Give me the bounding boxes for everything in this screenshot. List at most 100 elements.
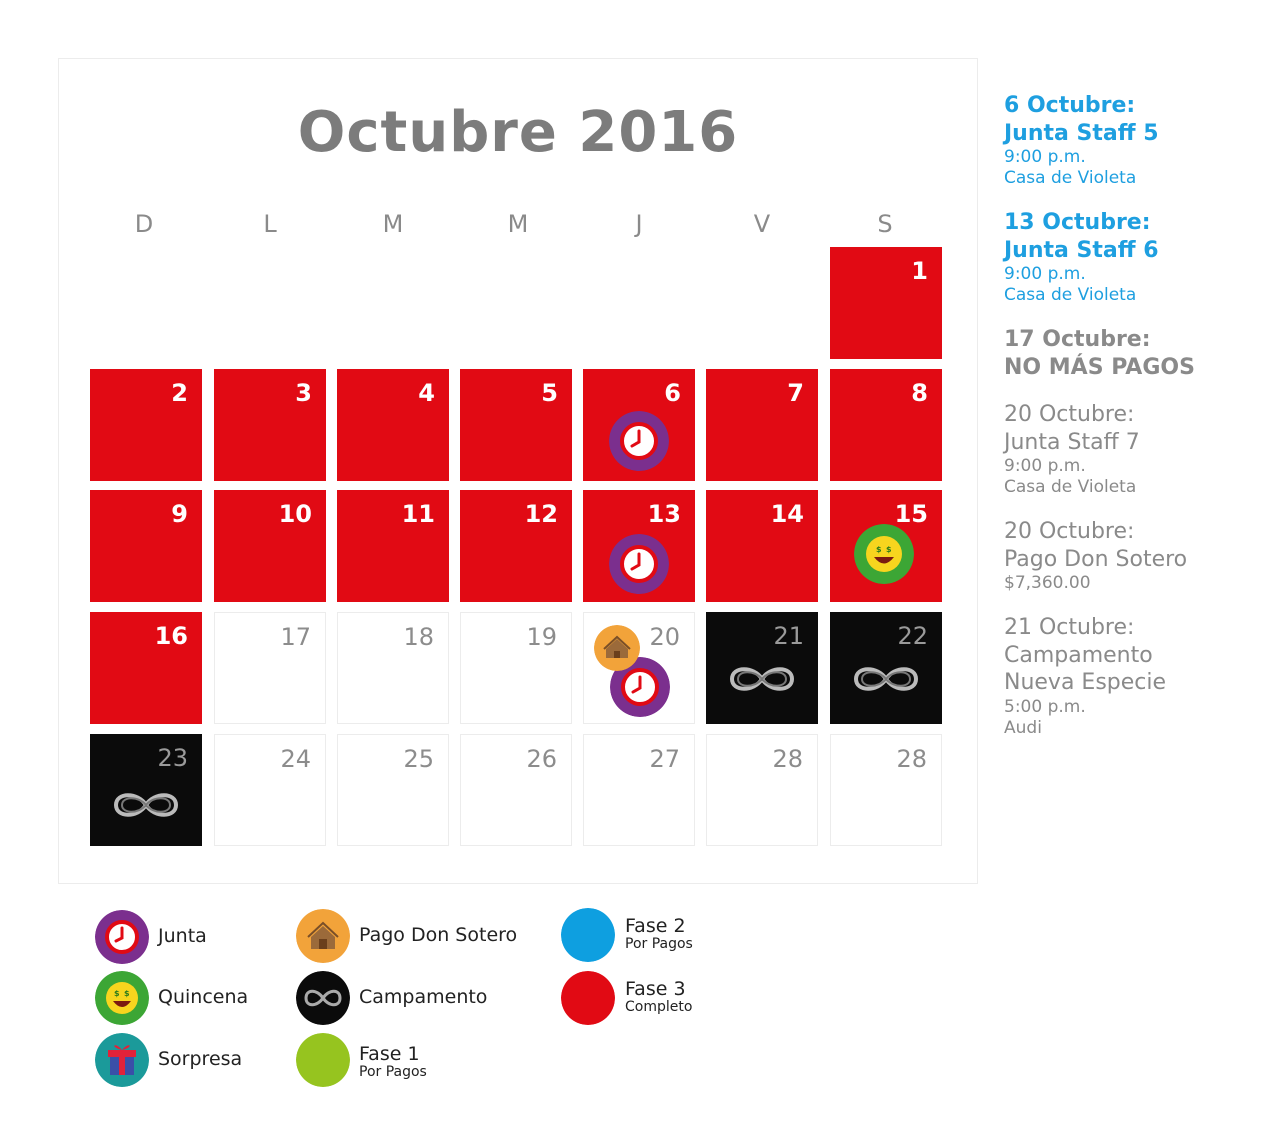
house-icon (594, 625, 640, 671)
day-cell[interactable]: 1 (830, 247, 942, 359)
event-time: 9:00 p.m. (1004, 456, 1086, 476)
legend-fase2-label: Fase 2 Por Pagos (625, 916, 693, 952)
day-number: 7 (787, 379, 804, 407)
day-number: 17 (280, 623, 311, 651)
day-cell[interactable]: 26 (460, 734, 572, 846)
event-name: Junta Staff 7 (1004, 429, 1140, 455)
day-number: 1 (911, 257, 928, 285)
day-cell[interactable]: 2 (90, 369, 202, 481)
day-cell[interactable]: 16 (90, 612, 202, 724)
day-cell[interactable]: 14 (706, 490, 818, 602)
day-cell[interactable]: 13 (583, 490, 695, 602)
day-cell[interactable]: 4 (337, 369, 449, 481)
legend-fase2-title: Fase 2 (625, 915, 686, 937)
day-number: 28 (772, 745, 803, 773)
fase3-dot (561, 971, 615, 1025)
legend-fase1-label: Fase 1 Por Pagos (359, 1044, 427, 1080)
day-cell[interactable]: 15 $ $ (830, 490, 942, 602)
day-cell[interactable]: 23 (90, 734, 202, 846)
event-name: NO MÁS PAGOS (1004, 354, 1195, 380)
event-date: 13 Octubre: (1004, 210, 1151, 235)
day-number: 26 (526, 745, 557, 773)
event-time: 9:00 p.m. (1004, 264, 1086, 284)
calendar-title: Octubre 2016 (297, 100, 739, 165)
day-cell[interactable]: 5 (460, 369, 572, 481)
day-cell[interactable]: 3 (214, 369, 326, 481)
weekday-wednesday: M (507, 210, 529, 238)
money-face-icon: $ $ (95, 971, 149, 1025)
clock-icon (609, 534, 669, 594)
day-cell[interactable]: 10 (214, 490, 326, 602)
svg-text:$: $ (114, 989, 120, 998)
day-cell[interactable]: 9 (90, 490, 202, 602)
day-cell[interactable]: 27 (583, 734, 695, 846)
infinity-icon (296, 971, 350, 1025)
day-number: 27 (649, 745, 680, 773)
event-item: 21 Octubre: Campamento Nueva Especie 5:0… (1004, 614, 1166, 739)
day-number: 28 (896, 745, 927, 773)
weekday-friday: V (753, 210, 771, 238)
legend-fase2-sub: Por Pagos (625, 935, 693, 952)
day-cell[interactable]: 25 (337, 734, 449, 846)
event-name: Junta Staff 6 (1004, 237, 1159, 263)
day-cell[interactable]: 19 (460, 612, 572, 724)
day-cell[interactable]: 24 (214, 734, 326, 846)
day-number: 10 (278, 500, 312, 528)
day-number: 11 (401, 500, 435, 528)
day-cell[interactable]: 7 (706, 369, 818, 481)
event-item: 13 Octubre: Junta Staff 6 9:00 p.m. Casa… (1004, 209, 1159, 307)
event-place: Casa de Violeta (1004, 168, 1137, 189)
legend-junta-label: Junta (158, 925, 207, 947)
legend-quincena-label: Quincena (158, 986, 249, 1008)
day-number: 15 (894, 500, 928, 528)
day-number: 9 (171, 500, 188, 528)
day-number: 18 (403, 623, 434, 651)
infinity-icon (110, 788, 182, 822)
day-cell[interactable]: 20 (583, 612, 695, 724)
event-item: 20 Octubre: Junta Staff 7 9:00 p.m. Casa… (1004, 401, 1140, 499)
day-cell[interactable]: 8 (830, 369, 942, 481)
infinity-icon (726, 662, 798, 696)
fase2-dot (561, 908, 615, 962)
day-number: 24 (280, 745, 311, 773)
legend-campamento-label: Campamento (359, 986, 488, 1008)
legend-fase3-sub: Completo (625, 998, 693, 1015)
event-time: 9:00 p.m. (1004, 147, 1086, 167)
legend-pago-label: Pago Don Sotero (359, 924, 518, 946)
event-time: 5:00 p.m. (1004, 696, 1086, 717)
event-name: Junta Staff 5 (1004, 120, 1159, 146)
svg-text:$: $ (124, 989, 130, 998)
clock-icon (95, 910, 149, 964)
day-cell[interactable]: 6 (583, 369, 695, 481)
day-number: 13 (647, 500, 681, 528)
house-icon (296, 909, 350, 963)
day-number: 12 (524, 500, 558, 528)
day-cell[interactable]: 12 (460, 490, 572, 602)
day-number: 2 (171, 379, 188, 407)
day-number: 14 (770, 500, 804, 528)
day-cell[interactable]: 21 (706, 612, 818, 724)
day-number: 21 (773, 622, 804, 650)
gift-icon (95, 1033, 149, 1087)
day-number: 20 (649, 623, 680, 651)
day-number: 4 (418, 379, 435, 407)
event-date: 6 Octubre: (1004, 93, 1136, 118)
event-item: 20 Octubre: Pago Don Sotero $7,360.00 (1004, 518, 1187, 594)
day-cell[interactable]: 18 (337, 612, 449, 724)
day-cell[interactable]: 11 (337, 490, 449, 602)
day-cell[interactable]: 22 (830, 612, 942, 724)
day-cell[interactable]: 28 (830, 734, 942, 846)
day-number: 5 (541, 379, 558, 407)
day-cell[interactable]: 28 (706, 734, 818, 846)
money-face-icon: $ $ (854, 524, 914, 584)
day-cell[interactable]: 17 (214, 612, 326, 724)
event-date: 20 Octubre: (1004, 519, 1135, 544)
legend-fase3-title: Fase 3 (625, 978, 686, 1000)
event-item: 6 Octubre: Junta Staff 5 9:00 p.m. Casa … (1004, 92, 1159, 190)
weekday-tuesday: M (382, 210, 404, 238)
event-item: 17 Octubre: NO MÁS PAGOS (1004, 326, 1195, 381)
svg-text:$: $ (886, 545, 892, 554)
day-number: 25 (403, 745, 434, 773)
day-number: 16 (154, 622, 188, 650)
event-date: 17 Octubre: (1004, 327, 1151, 352)
